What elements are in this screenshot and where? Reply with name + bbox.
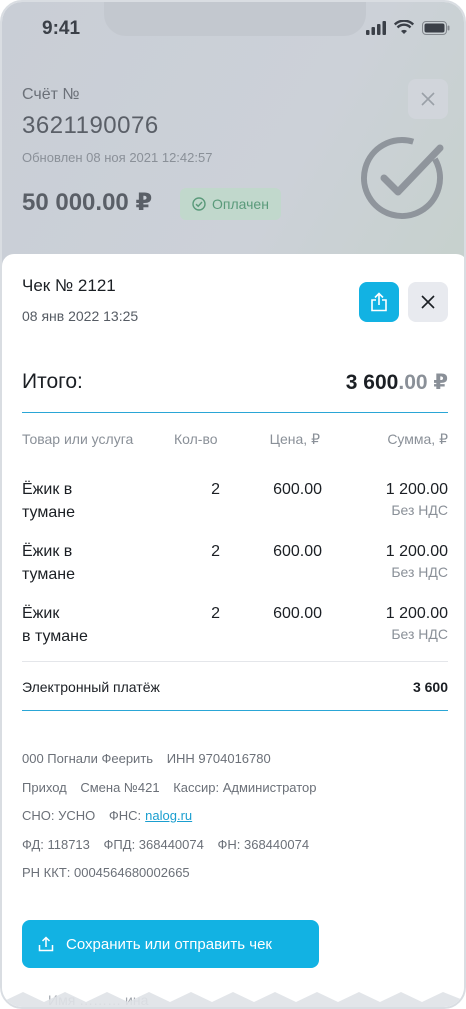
status-icons	[366, 20, 450, 35]
total-divider	[22, 412, 448, 413]
tax-system: СНО: УСНО	[22, 808, 96, 823]
kkt-info-line: РН ККТ: 0004564680002665	[22, 865, 200, 880]
receipt-torn-edge	[2, 992, 464, 1007]
item-name-line: Ёжик в	[22, 543, 73, 560]
invoice-number: 3621190076	[22, 112, 159, 139]
paid-status-label: Оплачен	[212, 196, 269, 212]
item-name: Ёжик в тумане	[22, 540, 142, 586]
fiscal-sign: ФПД: 368440074	[103, 837, 204, 852]
item-name-line: тумане	[22, 566, 75, 583]
shift-number: Смена №421	[80, 780, 160, 795]
invoice-close-button[interactable]	[408, 79, 448, 119]
close-icon	[421, 295, 435, 309]
notch	[104, 2, 366, 36]
kkt-registration-number: РН ККТ: 0004564680002665	[22, 865, 190, 880]
total-int: 3 600	[345, 371, 399, 394]
total-frac: .00 ₽	[398, 371, 448, 394]
column-header-sum: Сумма, ₽	[387, 431, 448, 447]
item-name-line: тумане	[22, 504, 75, 521]
tax-info-line: СНО: УСНО ФНС: nalog.ru	[22, 808, 192, 823]
fiscal-storage: ФН: 368440074	[217, 837, 310, 852]
company-name: 000 Погнали Феерить	[22, 751, 154, 766]
total-label: Итого:	[22, 370, 83, 393]
item-sum: 1 200.00	[385, 605, 448, 622]
column-header-price: Цена, ₽	[269, 431, 320, 447]
check-circle-icon	[192, 197, 206, 211]
item-price: 600.00	[273, 605, 322, 622]
item-qty: 2	[211, 605, 220, 622]
item-price: 600.00	[273, 543, 322, 560]
column-header-qty: Кол-во	[174, 431, 218, 447]
fiscal-document: ФД: 118713	[22, 837, 90, 852]
phone-frame: 9:41 Счёт № 3621190076 Обновлен 08 ноя 2…	[0, 0, 466, 1009]
receipt-title: Чек № 2121	[22, 276, 116, 295]
receipt-date: 08 янв 2022 13:25	[22, 308, 139, 324]
item-name-line: Ёжик	[22, 605, 60, 622]
item-vat: Без НДС	[391, 626, 448, 642]
shift-info-line: Приход Смена №421 Кассир: Администратор	[22, 780, 327, 795]
item-name: Ёжик в тумане	[22, 478, 142, 524]
battery-icon	[422, 20, 450, 35]
item-vat: Без НДС	[391, 502, 448, 518]
item-name: Ёжик в тумане	[22, 602, 142, 648]
operation-type: Приход	[22, 780, 67, 795]
total-value: 3 600.00 ₽	[346, 370, 448, 395]
fns-link[interactable]: nalog.ru	[145, 808, 192, 823]
status-bar: 9:41	[2, 2, 464, 58]
payment-method-value: 3 600	[412, 679, 448, 695]
item-name-line: Ёжик в	[22, 481, 73, 498]
receipt-sheet: Чек № 2121 08 янв 2022 13:25 Итого: 3 60…	[2, 254, 464, 1007]
upload-icon	[38, 936, 54, 952]
signal-icon	[366, 20, 386, 35]
save-or-send-receipt-button[interactable]: Сохранить или отправить чек	[22, 920, 319, 968]
invoice-label: Счёт №	[22, 86, 80, 103]
item-price: 600.00	[273, 481, 322, 498]
item-sum: 1 200.00	[385, 543, 448, 560]
wifi-icon	[394, 20, 414, 34]
cashier: Кассир: Администратор	[173, 780, 317, 795]
item-qty: 2	[211, 481, 220, 498]
large-check-circle-icon	[361, 137, 444, 219]
payment-method-label: Электронный платёж	[22, 679, 160, 695]
company-info-line: 000 Погнали Феерить ИНН 9704016780	[22, 751, 281, 766]
item-name-line: в тумане	[22, 628, 88, 645]
table-row: Ёжик в тумане 2 600.00 1 200.00 Без НДС	[2, 602, 464, 664]
share-button[interactable]	[359, 282, 399, 322]
items-divider	[22, 661, 448, 662]
payment-divider	[22, 710, 448, 711]
company-inn: ИНН 9704016780	[166, 751, 271, 766]
table-row: Ёжик в тумане 2 600.00 1 200.00 Без НДС	[2, 478, 464, 540]
item-sum: 1 200.00	[385, 481, 448, 498]
invoice-amount: 50 000.00 ₽	[22, 189, 153, 216]
table-row: Ёжик в тумане 2 600.00 1 200.00 Без НДС	[2, 540, 464, 602]
item-qty: 2	[211, 543, 220, 560]
item-vat: Без НДС	[391, 564, 448, 580]
paid-status-badge: Оплачен	[180, 188, 281, 220]
fns-label: ФНС:	[108, 808, 142, 823]
column-header-name: Товар или услуга	[22, 431, 134, 447]
invoice-updated: Обновлен 08 ноя 2021 12:42:57	[22, 150, 213, 165]
close-button[interactable]	[408, 282, 448, 322]
save-or-send-receipt-label: Сохранить или отправить чек	[66, 935, 272, 953]
fiscal-info-line: ФД: 118713 ФПД: 368440074 ФН: 368440074	[22, 837, 319, 852]
share-icon	[371, 292, 387, 312]
close-icon	[421, 92, 435, 106]
status-time: 9:41	[42, 18, 81, 39]
